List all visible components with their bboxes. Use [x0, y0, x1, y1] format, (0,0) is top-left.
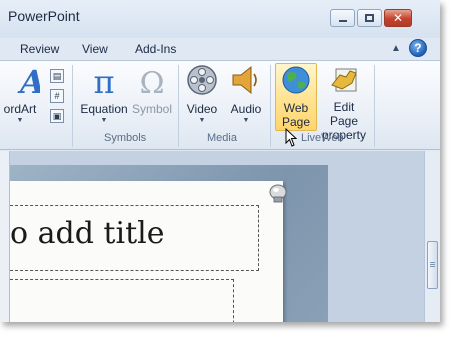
omega-icon: Ω — [140, 66, 165, 101]
tab-view[interactable]: View — [82, 42, 108, 56]
equation-label: Equation — [80, 102, 128, 116]
symbol-button[interactable]: Ω Symbol — [130, 63, 174, 116]
close-icon: ✕ — [392, 11, 404, 25]
tab-review[interactable]: Review — [20, 42, 59, 56]
push-pin-icon — [269, 184, 287, 203]
ribbon-tabs: Review View Add-Ins ▲ ? — [0, 38, 440, 60]
minimize-button[interactable] — [330, 9, 355, 27]
maximize-button[interactable] — [357, 9, 382, 27]
ribbon: A ordArt ▼ ▤ # ▣ π Equation ▼ Ω Symbol S… — [0, 60, 440, 150]
video-dropdown-icon: ▼ — [198, 117, 206, 124]
title-placeholder-text: o add title — [10, 216, 165, 251]
edit-page-label-line1: Edit Page — [329, 100, 359, 128]
audio-button[interactable]: Audio ▼ — [226, 63, 266, 124]
slide-workspace: o add title — [0, 151, 440, 322]
scrollbar-grip-icon — [430, 262, 435, 263]
date-time-icon[interactable]: ▤ — [50, 69, 64, 83]
title-placeholder[interactable]: o add title — [10, 205, 259, 271]
slide-paper: o add title — [10, 181, 283, 322]
tab-add-ins[interactable]: Add-Ins — [135, 42, 176, 56]
svg-text:A: A — [17, 63, 40, 99]
equation-button[interactable]: π Equation ▼ — [78, 63, 130, 124]
media-group-label: Media — [207, 132, 237, 144]
liveweb-group-label: LiveWeb — [301, 132, 344, 144]
vertical-scrollbar[interactable] — [424, 151, 440, 322]
edit-page-property-button[interactable]: Edit Page property — [318, 63, 370, 142]
group-separator — [72, 65, 73, 147]
minimize-icon — [338, 20, 347, 22]
equation-dropdown-icon: ▼ — [100, 117, 108, 124]
audio-dropdown-icon: ▼ — [242, 117, 250, 124]
wordart-button[interactable]: A ordArt ▼ — [0, 63, 46, 124]
equation-icon: π — [93, 63, 114, 101]
web-page-label-line2: Page — [281, 115, 311, 129]
subtitle-placeholder[interactable] — [10, 279, 234, 322]
minimize-ribbon-icon[interactable]: ▲ — [391, 43, 401, 54]
object-icon[interactable]: ▣ — [50, 109, 64, 123]
wordart-icon: A — [17, 63, 45, 101]
svg-text:π: π — [93, 63, 114, 99]
wordart-dropdown-icon: ▼ — [16, 117, 24, 124]
slides-pane-edge[interactable] — [0, 151, 10, 322]
group-separator — [374, 65, 375, 147]
web-page-button[interactable]: Web Page — [275, 63, 317, 131]
audio-label: Audio — [230, 102, 262, 116]
edit-page-icon — [331, 68, 357, 92]
video-button[interactable]: Video ▼ — [182, 63, 222, 124]
video-label: Video — [186, 102, 218, 116]
speaker-icon — [232, 65, 257, 95]
wordart-label: ordArt — [3, 102, 37, 116]
symbols-group-label: Symbols — [104, 132, 147, 144]
window-controls: ✕ — [330, 9, 412, 27]
svg-text:Ω: Ω — [140, 66, 165, 99]
web-page-label-line1: Web — [283, 101, 309, 115]
text-small-icons: ▤ # ▣ — [50, 69, 64, 129]
scrollbar-thumb[interactable] — [427, 241, 438, 289]
help-icon: ? — [414, 41, 422, 55]
maximize-icon — [365, 14, 374, 22]
help-area: ▲ ? — [391, 39, 427, 57]
window-title: PowerPoint — [8, 8, 80, 24]
film-reel-icon — [187, 65, 217, 95]
group-separator — [270, 65, 271, 147]
slide-number-icon[interactable]: # — [50, 89, 64, 103]
powerpoint-window: PowerPoint ✕ Review View Add-Ins ▲ ? A o… — [0, 0, 440, 322]
symbol-label: Symbol — [131, 102, 172, 116]
title-bar: PowerPoint ✕ — [0, 0, 440, 38]
group-separator — [178, 65, 179, 147]
help-button[interactable]: ? — [408, 39, 427, 57]
mouse-cursor-icon — [285, 128, 298, 147]
globe-icon — [282, 66, 310, 94]
close-button[interactable]: ✕ — [384, 9, 412, 27]
